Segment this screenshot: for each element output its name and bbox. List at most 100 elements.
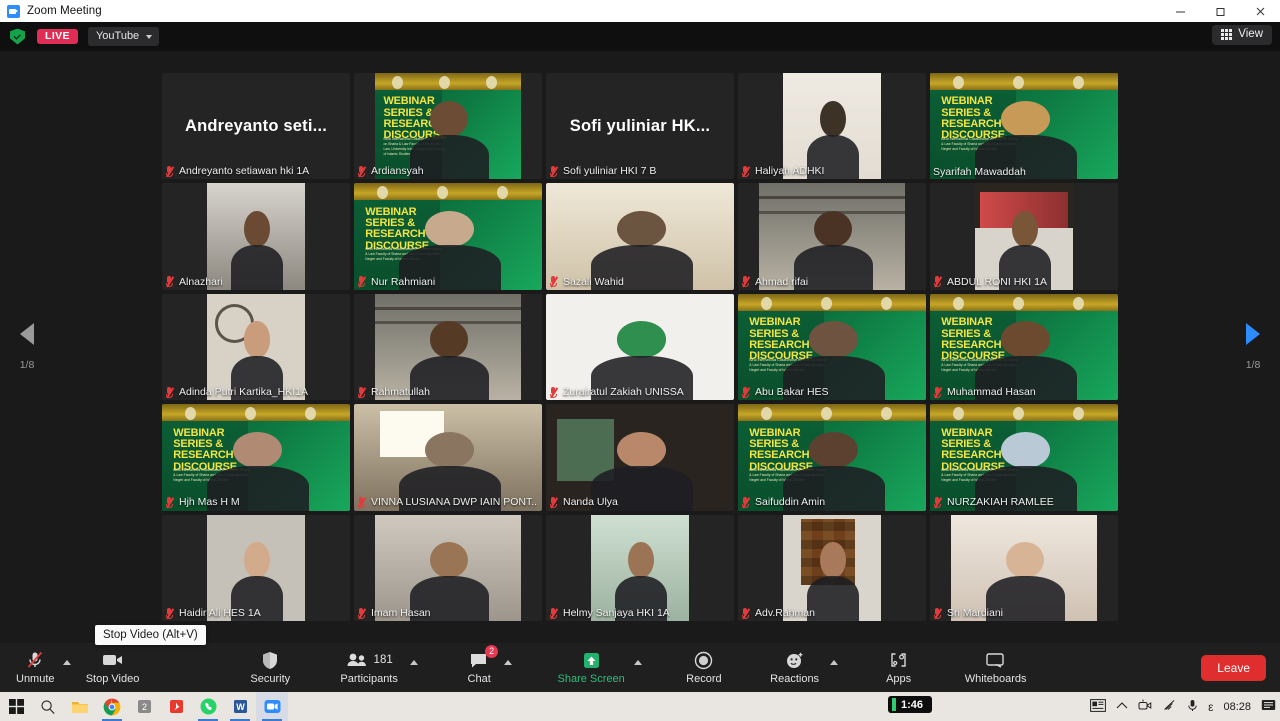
windows-start-icon[interactable] [0,692,32,721]
participant-tile[interactable]: WEBINAR SERIES & RESEARCH DISCOURSE Ba'ai In… [930,293,1118,401]
page-indicator-left: 1/8 [19,359,35,371]
shield-check-icon[interactable] [10,28,25,45]
participant-tile[interactable]: Adv.Rahman [738,514,926,621]
participant-name-badge: Ahmad rifai [741,276,808,288]
participant-name: Abu Bakar HES [755,386,829,398]
stop-video-label: Stop Video [85,673,140,686]
leave-button[interactable]: Leave [1201,654,1266,681]
reactions-options-caret[interactable] [828,653,842,687]
tile-video-area [738,183,926,290]
share-screen-button[interactable]: Share Screen [550,648,632,687]
participant-tile[interactable]: Haidir Ali HES 1A [162,514,350,621]
apps-button[interactable]: Apps [876,648,922,687]
whiteboards-button[interactable]: Whiteboards [956,648,1036,687]
participant-name: Andreyanto setiawan hki 1A [179,165,310,178]
participant-name: Haidir Ali HES 1A [179,607,261,619]
participant-tile[interactable]: Sazali Wahid [546,183,734,290]
search-icon[interactable] [32,692,64,721]
whatsapp-icon[interactable] [192,692,224,721]
audio-options-caret[interactable] [61,653,75,687]
participant-tile[interactable]: WEBINAR SERIES & RESEARCH DISCOURSE Ba'ai In… [930,73,1118,180]
ime-icon[interactable]: ε [1208,700,1213,714]
participant-name: Rahmatullah [371,386,430,398]
participant-tile[interactable]: Adinda Putri Kartika_HKI1A [162,293,350,401]
mic-muted-icon [741,607,750,619]
tile-video-area: WEBINAR SERIES & RESEARCH DISCOURSE Ba'ai In… [930,293,1118,401]
minimize-icon[interactable] [1160,0,1200,22]
participant-tile[interactable]: Sofi yuliniar HK... Sofi yuliniar HKI 7 B [546,73,734,180]
chevron-down-icon [146,34,153,39]
participant-tile[interactable]: WEBINAR SERIES & RESEARCH DISCOURSE Ba'ai In… [738,404,926,511]
participant-tile[interactable]: WEBINAR SERIES & RESEARCH DISCOURSE Ba'ai In… [162,404,350,511]
news-icon[interactable] [1090,698,1107,715]
chevron-up-icon[interactable] [1116,701,1128,713]
participant-tile[interactable]: WEBINAR SERIES & RESEARCH DISCOURSE Ba'ai In… [354,73,542,180]
wifi-icon[interactable] [1162,699,1177,714]
app-icon[interactable]: 2 [128,692,160,721]
shield-icon [261,650,279,670]
participant-name-badge: Andreyanto setiawan hki 1A [165,165,309,177]
notification-icon[interactable] [1261,699,1276,715]
participant-name: NURZAKIAH RAMLEE [947,496,1054,509]
chevron-left-icon [20,323,34,345]
participant-tile[interactable]: Helmy Sanjaya HKI 1A [546,514,734,621]
participant-tile[interactable]: WEBINAR SERIES & RESEARCH DISCOURSE Ba'ai In… [354,183,542,290]
participant-name-badge: NURZAKIAH RAMLEE [933,497,1054,509]
mic-icon[interactable] [1187,699,1198,715]
participant-tile[interactable]: Imam Hasan [354,514,542,621]
mic-muted-icon [357,276,366,288]
participants-options-caret[interactable] [408,653,422,687]
chrome-icon[interactable] [96,692,128,721]
record-circle-icon [694,650,713,670]
share-options-caret[interactable] [632,653,646,687]
participant-tile[interactable]: Nanda Ulya [546,404,734,511]
word-icon[interactable]: W [224,692,256,721]
participant-tile[interactable]: Haliyah ADHKI [738,73,926,180]
security-label: Security [250,673,291,686]
mic-muted-icon [549,607,558,619]
view-button[interactable]: View [1212,25,1272,45]
security-button[interactable]: Security [244,648,296,687]
record-button[interactable]: Record [680,648,727,687]
zoom-icon[interactable] [256,692,288,721]
participant-tile[interactable]: Rahmatullah [354,293,542,401]
unmute-button[interactable]: Unmute [10,648,61,687]
streaming-platform-dropdown[interactable]: YouTube [87,27,160,46]
gallery-prev-page[interactable]: 1/8 [4,323,50,371]
mic-muted-icon [165,165,174,177]
chat-unread-badge: 2 [485,645,499,659]
reactions-label: Reactions [770,673,820,686]
tile-video-area [354,514,542,621]
maximize-icon[interactable] [1200,0,1240,22]
participants-button[interactable]: 181 Participants [330,648,408,687]
participant-name: Hjh Mas H M [179,496,240,509]
stop-video-button[interactable]: Stop Video [75,648,151,687]
adobe-reader-icon[interactable] [160,692,192,721]
stop-video-tooltip: Stop Video (Alt+V) [95,625,206,645]
participant-tile[interactable]: VINNA LUSIANA DWP IAIN PONT... [354,404,542,511]
participant-tile[interactable]: Zurairatul Zakiah UNISSA [546,293,734,401]
gallery-next-page[interactable]: 1/8 [1230,323,1276,371]
participant-tile[interactable]: Andreyanto seti... Andreyanto setiawan hk… [162,73,350,180]
participant-tile[interactable]: Ahmad rifai [738,183,926,290]
tile-video-area: WEBINAR SERIES & RESEARCH DISCOURSE Ba'ai In… [738,293,926,401]
unmute-label: Unmute [16,673,55,686]
participant-name-badge: Sri Mardiani [933,607,1003,619]
camera-tray-icon[interactable] [1138,699,1152,715]
chat-options-caret[interactable] [502,653,516,687]
participant-tile[interactable]: WEBINAR SERIES & RESEARCH DISCOURSE Ba'ai In… [930,404,1118,511]
clock[interactable]: 08:28 [1223,701,1251,713]
tile-video-area: WEBINAR SERIES & RESEARCH DISCOURSE Ba'ai In… [162,404,350,511]
participant-tile[interactable]: Alnazhari [162,183,350,290]
windows-taskbar: 2 W 1:46 ε 08:28 [0,692,1280,721]
chat-button[interactable]: 2 Chat [456,645,502,687]
file-explorer-icon[interactable] [64,692,96,721]
participant-tile[interactable]: Sri Mardiani [930,514,1118,621]
smiley-plus-icon [785,650,805,670]
participant-tile[interactable]: WEBINAR SERIES & RESEARCH DISCOURSE Ba'ai In… [738,293,926,401]
participant-display-name: Andreyanto seti... [184,116,328,135]
reactions-button[interactable]: Reactions [762,648,828,687]
participant-tile[interactable]: ABDUL RONI HKI 1A [930,183,1118,290]
close-icon[interactable] [1240,0,1280,22]
participant-name-badge: Muhammad Hasan [933,386,1036,398]
